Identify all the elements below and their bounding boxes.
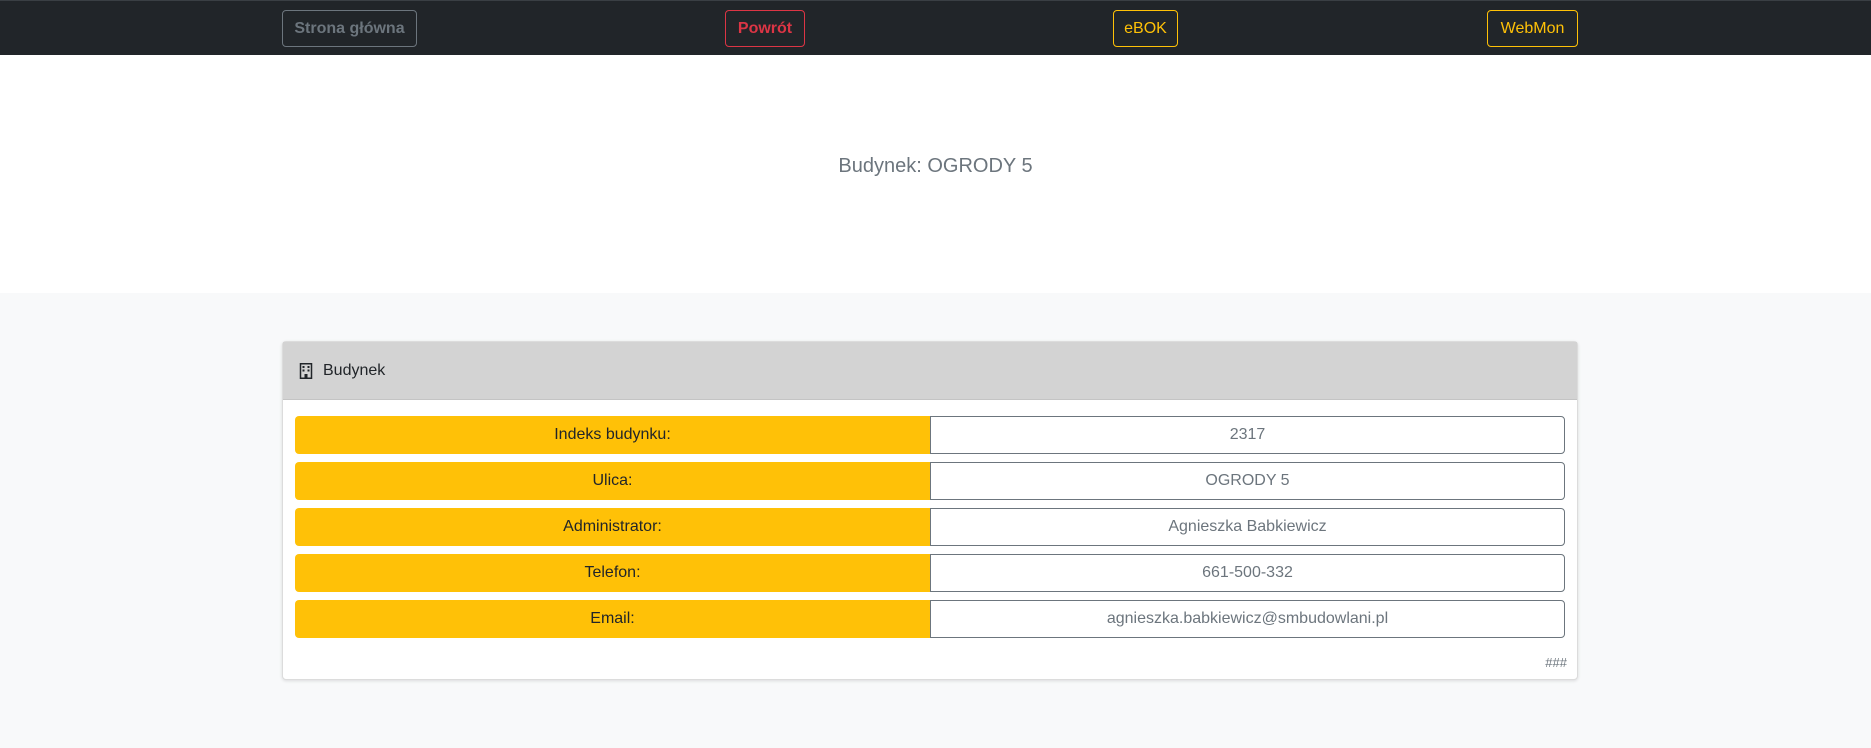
administrator-label: Administrator: bbox=[295, 508, 930, 546]
back-button[interactable]: Powrót bbox=[725, 10, 805, 47]
page-title: Budynek: OGRODY 5 bbox=[838, 155, 1033, 177]
email-value[interactable]: agnieszka.babkiewicz@smbudowlani.pl bbox=[930, 600, 1565, 638]
webmon-button[interactable]: WebMon bbox=[1487, 10, 1578, 47]
card-footer-mark: ### bbox=[1545, 655, 1567, 670]
top-navbar: Strona główna Powrót eBOK WebMon bbox=[0, 0, 1871, 55]
administrator-value[interactable]: Agnieszka Babkiewicz bbox=[930, 508, 1565, 546]
email-label: Email: bbox=[295, 600, 930, 638]
home-button[interactable]: Strona główna bbox=[282, 10, 417, 47]
building-index-value[interactable]: 2317 bbox=[930, 416, 1565, 454]
phone-label: Telefon: bbox=[295, 554, 930, 592]
building-card: Budynek Indeks budynku: 2317 Ulica: OGRO… bbox=[282, 341, 1578, 680]
building-index-label: Indeks budynku: bbox=[295, 416, 930, 454]
street-value[interactable]: OGRODY 5 bbox=[930, 462, 1565, 500]
card-header: Budynek bbox=[283, 342, 1577, 400]
building-icon bbox=[299, 362, 315, 380]
ebok-button[interactable]: eBOK bbox=[1113, 10, 1178, 47]
phone-value[interactable]: 661-500-332 bbox=[930, 554, 1565, 592]
row-administrator: Administrator: Agnieszka Babkiewicz bbox=[295, 508, 1565, 546]
row-street: Ulica: OGRODY 5 bbox=[295, 462, 1565, 500]
card-title: Budynek bbox=[323, 361, 386, 379]
row-building-index: Indeks budynku: 2317 bbox=[295, 416, 1565, 454]
row-phone: Telefon: 661-500-332 bbox=[295, 554, 1565, 592]
row-email: Email: agnieszka.babkiewicz@smbudowlani.… bbox=[295, 600, 1565, 638]
hero-section: Budynek: OGRODY 5 bbox=[0, 55, 1871, 293]
street-label: Ulica: bbox=[295, 462, 930, 500]
